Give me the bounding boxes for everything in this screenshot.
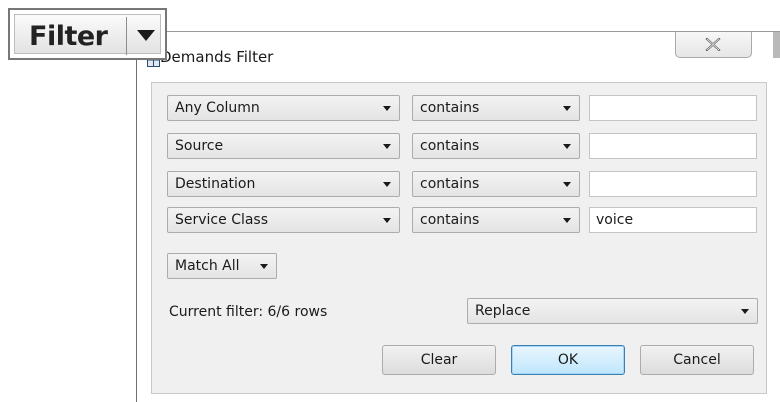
chevron-down-icon [383, 106, 391, 111]
operator-select-value: contains [420, 176, 480, 192]
filter-button-face: Filter [14, 14, 161, 55]
chevron-down-icon [383, 182, 391, 187]
value-input[interactable] [589, 207, 757, 233]
column-select[interactable]: Destination [167, 171, 400, 197]
value-input[interactable] [589, 133, 757, 159]
filter-row: Any Column contains [152, 95, 766, 123]
dialog-title: Demands Filter [160, 48, 274, 66]
chevron-down-icon [260, 264, 268, 269]
operator-select[interactable]: contains [412, 133, 580, 159]
chevron-down-icon [563, 144, 571, 149]
filter-panel: Any Column contains Source contains Dest… [151, 82, 767, 394]
chevron-down-icon [383, 144, 391, 149]
operator-select[interactable]: contains [412, 95, 580, 121]
value-input[interactable] [589, 95, 757, 121]
chevron-down-icon [383, 218, 391, 223]
operator-select[interactable]: contains [412, 171, 580, 197]
chevron-down-icon [563, 106, 571, 111]
replace-mode-value: Replace [475, 303, 531, 319]
close-icon [705, 38, 721, 51]
operator-select-value: contains [420, 100, 480, 116]
column-select-value: Source [175, 138, 224, 154]
replace-mode-select[interactable]: Replace [467, 298, 758, 324]
ok-button[interactable]: OK [511, 345, 625, 375]
chevron-down-icon[interactable] [137, 30, 155, 41]
chevron-down-icon [563, 182, 571, 187]
column-select-value: Any Column [175, 100, 260, 116]
column-select[interactable]: Any Column [167, 95, 400, 121]
chevron-down-icon [563, 218, 571, 223]
filter-button-label: Filter [29, 21, 108, 52]
value-input[interactable] [589, 171, 757, 197]
column-select[interactable]: Service Class [167, 207, 400, 233]
filter-row: Destination contains [152, 171, 766, 199]
filter-button-divider [126, 17, 127, 55]
window-edge [773, 32, 780, 58]
filter-row: Service Class contains [152, 207, 766, 235]
match-mode-value: Match All [175, 258, 240, 274]
title-bar: Demands Filter [137, 32, 780, 82]
match-mode-select[interactable]: Match All [167, 253, 277, 279]
column-select-value: Destination [175, 176, 256, 192]
cancel-button[interactable]: Cancel [640, 345, 754, 375]
clear-button[interactable]: Clear [382, 345, 496, 375]
column-select-value: Service Class [175, 212, 269, 228]
chevron-down-icon [741, 309, 749, 314]
filter-button[interactable]: Filter [8, 8, 167, 60]
column-select[interactable]: Source [167, 133, 400, 159]
filter-row: Source contains [152, 133, 766, 161]
demands-filter-dialog: Demands Filter Any Column contains Sourc… [136, 31, 780, 402]
operator-select-value: contains [420, 138, 480, 154]
operator-select-value: contains [420, 212, 480, 228]
close-button[interactable] [675, 32, 752, 58]
operator-select[interactable]: contains [412, 207, 580, 233]
filter-status: Current filter: 6/6 rows [169, 304, 328, 320]
